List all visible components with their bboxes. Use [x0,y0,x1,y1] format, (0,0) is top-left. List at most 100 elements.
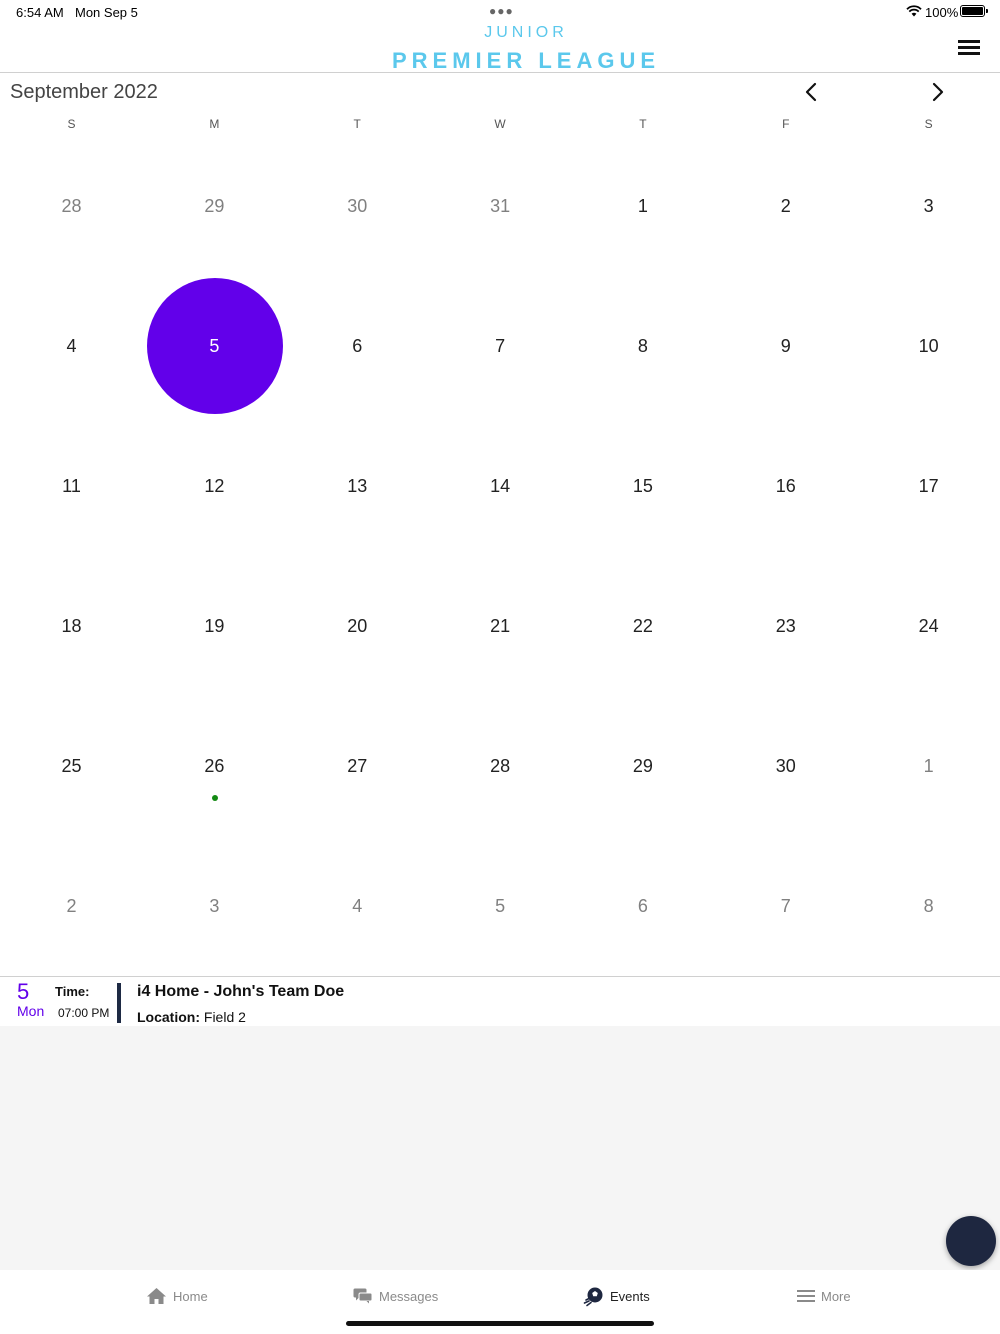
messages-icon [353,1288,373,1304]
day-cell-selected[interactable]: 5 [143,276,286,416]
day-number: 28 [61,196,82,216]
day-cell[interactable]: 3 [857,136,1000,276]
day-cell[interactable]: 4 [0,276,143,416]
day-cell[interactable]: 1 [857,696,1000,836]
event-location: Location: Field 2 [137,1009,246,1025]
day-number: 20 [347,616,368,636]
day-number: 7 [780,896,791,916]
day-cell[interactable]: 19 [143,556,286,696]
tab-messages[interactable]: Messages [353,1284,438,1308]
day-cell[interactable]: 8 [857,836,1000,976]
day-cell[interactable]: 25 [0,696,143,836]
menu-lines-icon [797,1290,815,1302]
day-cell[interactable]: 7 [429,276,572,416]
tab-more-label: More [821,1288,851,1304]
tab-home[interactable]: Home [146,1284,208,1308]
day-cell[interactable]: 14 [429,416,572,556]
day-cell[interactable]: 8 [571,276,714,416]
day-number: 9 [780,336,791,356]
day-cell[interactable]: 23 [714,556,857,696]
logo-premier-league: PREMIER LEAGUE [391,48,661,73]
event-time-value: 07:00 PM [58,1006,110,1020]
wifi-icon [906,5,922,17]
day-cell[interactable]: 24 [857,556,1000,696]
status-bar: 6:54 AM Mon Sep 5 ●●● 100% [0,0,1000,24]
event-accent-bar [117,983,121,1023]
day-cell[interactable]: 4 [286,836,429,976]
day-cell[interactable]: 16 [714,416,857,556]
day-cell[interactable]: 29 [143,136,286,276]
day-number: 29 [204,196,225,216]
day-cell[interactable]: 17 [857,416,1000,556]
day-cell[interactable]: 26 [143,696,286,836]
day-cell[interactable]: 28 [429,696,572,836]
day-cell[interactable]: 13 [286,416,429,556]
weekday-label: T [353,117,361,131]
calendar-grid: 28 29 30 31 1 2 3 4 5 6 7 8 9 10 11 12 13 14 15 16 17 18 19 20 2… [0,136,1000,976]
event-list-background [0,1026,1000,1270]
tab-home-label: Home [173,1288,208,1304]
day-cell[interactable]: 29 [571,696,714,836]
day-cell[interactable]: 12 [143,416,286,556]
day-number: 2 [780,196,791,216]
tab-more[interactable]: More [797,1284,851,1308]
day-cell[interactable]: 27 [286,696,429,836]
day-cell[interactable]: 1 [571,136,714,276]
day-number: 15 [632,476,653,496]
chevron-right-icon[interactable] [925,80,949,104]
day-cell[interactable]: 30 [714,696,857,836]
multitask-dots-icon[interactable]: ●●● [489,4,514,18]
day-number: 3 [209,896,220,916]
logo-junior: JUNIOR [484,24,568,41]
event-day-name: Mon [17,1003,45,1019]
day-number: 23 [775,616,796,636]
day-number: 21 [490,616,511,636]
day-number: 2 [66,896,77,916]
day-number: 17 [918,476,939,496]
home-icon [147,1288,166,1304]
day-cell[interactable]: 22 [571,556,714,696]
day-cell[interactable]: 3 [143,836,286,976]
day-cell[interactable]: 15 [571,416,714,556]
day-number: 16 [775,476,796,496]
day-number: 7 [495,336,506,356]
hamburger-menu-icon[interactable] [958,40,980,56]
day-cell[interactable]: 10 [857,276,1000,416]
day-number: 11 [62,476,81,496]
event-day-number: 5 [17,979,30,1004]
day-number: 18 [61,616,82,636]
day-cell[interactable]: 5 [429,836,572,976]
event-list-item[interactable]: 5 Mon Time: 07:00 PM i4 Home - John's Te… [0,977,1000,1026]
day-cell[interactable]: 2 [0,836,143,976]
status-date: Mon Sep 5 [75,5,138,20]
day-number: 8 [923,896,934,916]
day-cell[interactable]: 28 [0,136,143,276]
weekday-label: M [209,117,220,131]
day-cell[interactable]: 21 [429,556,572,696]
day-cell[interactable]: 30 [286,136,429,276]
tab-events[interactable]: Events [583,1284,650,1308]
day-number: 5 [495,896,506,916]
day-number: 28 [490,756,511,776]
day-number: 5 [209,336,220,356]
day-number: 30 [347,196,368,216]
day-cell[interactable]: 6 [571,836,714,976]
chevron-left-icon[interactable] [800,80,824,104]
day-cell[interactable]: 31 [429,136,572,276]
day-cell[interactable]: 9 [714,276,857,416]
day-number: 27 [347,756,368,776]
day-cell[interactable]: 6 [286,276,429,416]
event-location-value: Field 2 [203,1009,246,1025]
battery-icon [960,5,988,17]
day-cell[interactable]: 2 [714,136,857,276]
day-cell[interactable]: 20 [286,556,429,696]
floating-action-button[interactable] [946,1216,996,1266]
day-number: 29 [632,756,653,776]
day-cell[interactable]: 11 [0,416,143,556]
day-number: 22 [632,616,653,636]
day-number: 4 [66,336,77,356]
day-cell[interactable]: 7 [714,836,857,976]
tab-messages-label: Messages [379,1288,439,1304]
day-number: 26 [204,756,225,776]
day-cell[interactable]: 18 [0,556,143,696]
